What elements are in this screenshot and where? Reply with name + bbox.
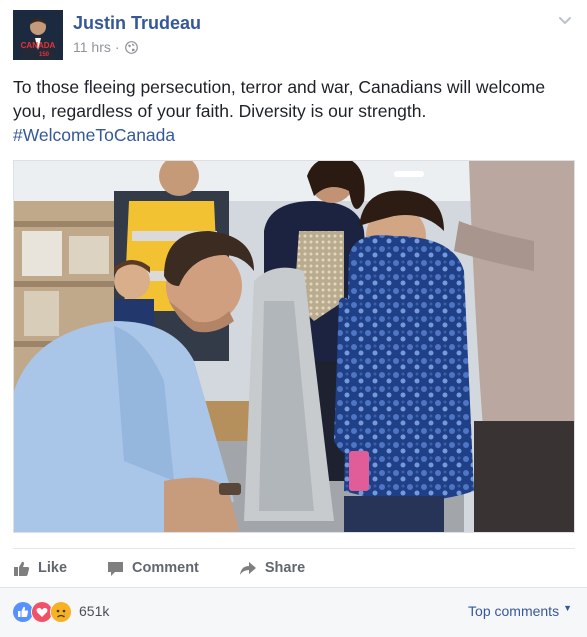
top-comments-dropdown[interactable]: Top comments ▼ [468, 603, 572, 619]
caret-down-icon: ▼ [563, 603, 572, 613]
share-label: Share [264, 560, 306, 576]
post-timestamp[interactable]: 11 hrs [73, 39, 111, 55]
share-button[interactable]: Share [239, 560, 305, 577]
post-text: To those fleeing persecution, terror and… [13, 77, 546, 121]
sad-reaction-icon [50, 601, 72, 623]
top-comments-label: Top comments [468, 603, 560, 619]
hashtag-link[interactable]: #WelcomeToCanada [13, 125, 175, 145]
like-button[interactable]: Like [13, 560, 67, 577]
post-photo[interactable] [13, 160, 575, 533]
facebook-post: CANADA 150 Justin Trudeau 11 hrs · To th… [0, 0, 587, 637]
post-header: CANADA 150 Justin Trudeau 11 hrs · [13, 10, 577, 62]
thumbs-up-icon [14, 561, 30, 576]
reactions-bar: 651k Top comments ▼ [0, 587, 587, 637]
avatar[interactable]: CANADA 150 [13, 10, 63, 60]
comment-icon [108, 561, 124, 576]
avatar-text-1: CANADA [21, 41, 56, 50]
reaction-count[interactable]: 651k [79, 603, 109, 619]
photo-image [14, 161, 574, 532]
avatar-text-2: 150 [39, 52, 50, 58]
post-body: To those fleeing persecution, terror and… [13, 75, 573, 147]
share-arrow-icon [239, 561, 256, 575]
avatar-image: CANADA 150 [13, 10, 63, 60]
reaction-icons[interactable] [12, 601, 72, 623]
like-label: Like [38, 560, 68, 576]
comment-label: Comment [132, 560, 199, 576]
post-meta: 11 hrs · [73, 39, 138, 55]
globe-icon[interactable] [124, 40, 138, 54]
post-actions-bar: Like Comment Share [13, 548, 575, 587]
comment-button[interactable]: Comment [107, 560, 199, 577]
author-name-link[interactable]: Justin Trudeau [73, 13, 201, 34]
chevron-down-icon[interactable] [557, 12, 573, 28]
meta-separator: · [114, 39, 120, 55]
